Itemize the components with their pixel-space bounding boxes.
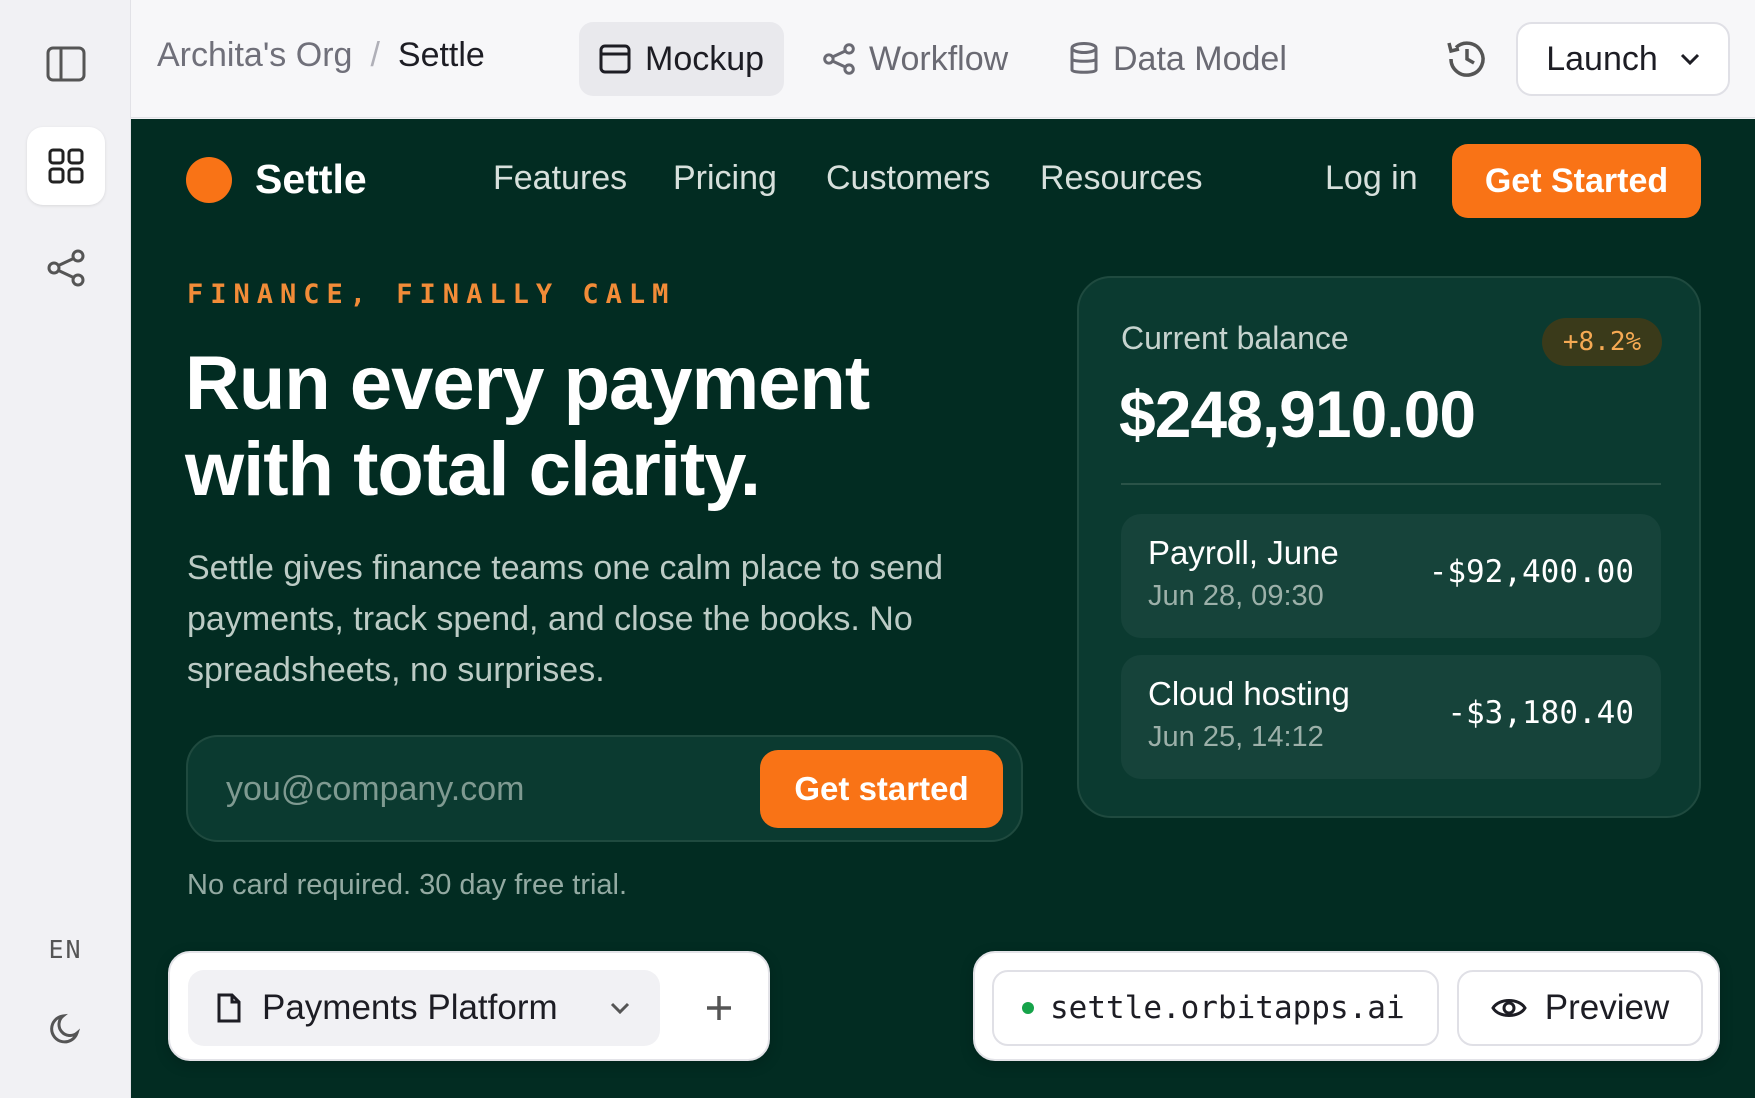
preview-label: Preview	[1544, 988, 1670, 1027]
transaction-name: Cloud hosting	[1148, 675, 1350, 712]
chevron-down-icon	[1680, 53, 1699, 65]
signup-form: Get started	[186, 735, 1023, 842]
preview-button[interactable]: Preview	[1457, 970, 1703, 1046]
transaction-row: Payroll, June Jun 28, 09:30 -$92,400.00	[1121, 514, 1661, 638]
share-nodes-icon	[823, 43, 855, 75]
get-started-button[interactable]: Get started	[760, 750, 1003, 828]
database-icon	[1070, 42, 1098, 74]
tab-data-model-label: Data Model	[1113, 39, 1287, 78]
nav-pricing[interactable]: Pricing	[673, 159, 777, 198]
launch-button[interactable]: Launch	[1516, 22, 1730, 96]
tab-workflow[interactable]: Workflow	[803, 22, 1028, 96]
nav-resources[interactable]: Resources	[1040, 159, 1203, 198]
card-divider	[1121, 483, 1661, 485]
project-name: Payments Platform	[262, 988, 558, 1027]
plus-icon	[707, 996, 731, 1020]
grid-icon	[48, 148, 84, 184]
tab-mockup[interactable]: Mockup	[579, 22, 785, 96]
hero-headline-line-1: Run every payment	[185, 341, 870, 426]
theme-toggle-button[interactable]	[27, 989, 105, 1067]
window-icon	[599, 44, 631, 74]
breadcrumb-separator: /	[370, 36, 380, 74]
brand-logo	[186, 157, 232, 203]
tab-data-model[interactable]: Data Model	[1049, 22, 1307, 96]
eye-icon	[1490, 999, 1527, 1017]
hero-subtext: Settle gives finance teams one calm plac…	[187, 549, 943, 689]
transaction-amount: -$3,180.40	[1447, 695, 1634, 731]
tab-workflow-label: Workflow	[869, 39, 1009, 78]
trial-note: No card required. 30 day free trial.	[187, 869, 628, 901]
hero-headline-line-2: with total clarity.	[185, 427, 761, 512]
nav-features[interactable]: Features	[493, 159, 627, 198]
language-toggle[interactable]: EN	[0, 935, 131, 964]
balance-amount: $248,910.00	[1119, 377, 1476, 451]
balance-label: Current balance	[1121, 320, 1349, 356]
tab-mockup-label: Mockup	[645, 39, 765, 78]
sidebar-panel-icon	[46, 46, 86, 82]
login-link[interactable]: Log in	[1325, 159, 1418, 198]
transaction-time: Jun 28, 09:30	[1148, 580, 1324, 612]
top-bar: Archita's Org / Settle Mockup Workflow D…	[131, 0, 1755, 118]
hero-eyebrow: FINANCE, FINALLY CALM	[187, 279, 676, 310]
deployed-url-text: settle.orbitapps.ai	[1050, 990, 1405, 1026]
breadcrumb-project[interactable]: Settle	[398, 36, 485, 75]
status-dot-icon	[1022, 1002, 1034, 1014]
breadcrumb: Archita's Org / Settle	[157, 36, 485, 75]
transaction-amount: -$92,400.00	[1428, 554, 1634, 590]
deployed-url[interactable]: settle.orbitapps.ai	[992, 970, 1439, 1046]
brand-name[interactable]: Settle	[255, 156, 367, 203]
launch-label: Launch	[1546, 39, 1658, 78]
balance-card: Current balance +8.2% $248,910.00 Payrol…	[1077, 276, 1701, 818]
email-input[interactable]	[226, 761, 726, 817]
balance-change-badge: +8.2%	[1542, 318, 1662, 366]
nav-customers[interactable]: Customers	[826, 159, 990, 198]
transaction-name: Payroll, June	[1148, 534, 1339, 571]
transaction-time: Jun 25, 14:12	[1148, 721, 1324, 753]
history-icon[interactable]	[1444, 36, 1490, 82]
share-nodes-icon	[47, 249, 85, 287]
left-rail: EN	[0, 0, 131, 1098]
add-project-button[interactable]	[694, 983, 744, 1033]
project-switcher-panel: Payments Platform	[168, 951, 770, 1061]
chevron-down-icon	[610, 1002, 630, 1014]
transaction-row: Cloud hosting Jun 25, 14:12 -$3,180.40	[1121, 655, 1661, 779]
get-started-nav-button[interactable]: Get Started	[1452, 144, 1701, 218]
rail-mockup-button[interactable]	[27, 127, 105, 205]
deploy-panel: settle.orbitapps.ai Preview	[973, 951, 1720, 1061]
moon-icon	[50, 1013, 81, 1044]
hero-headline: Run every payment with total clarity.	[185, 341, 1085, 513]
file-icon	[217, 993, 241, 1023]
toggle-sidebar-button[interactable]	[27, 25, 105, 103]
project-switcher[interactable]: Payments Platform	[188, 970, 660, 1046]
breadcrumb-org[interactable]: Archita's Org	[157, 36, 352, 75]
rail-workflow-button[interactable]	[27, 229, 105, 307]
